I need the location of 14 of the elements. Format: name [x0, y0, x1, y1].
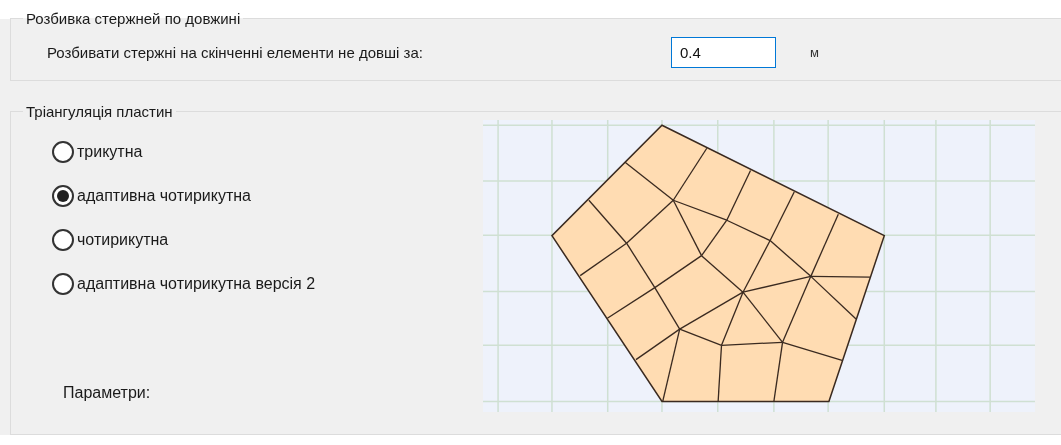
radio-option[interactable]: чотирикутна	[52, 218, 483, 262]
field-label: Розбивати стержні на скінченні елементи не довші за:	[47, 44, 424, 61]
length-input[interactable]: 0.4	[671, 37, 776, 68]
radio-option[interactable]: трикутна	[52, 130, 483, 174]
radio-option[interactable]: адаптивна чотирикутна версія 2	[52, 262, 483, 306]
radio-button[interactable]	[52, 185, 74, 207]
radio-button[interactable]	[52, 273, 74, 295]
group-title: Тріангуляція пластин	[25, 103, 174, 120]
radio-option[interactable]: адаптивна чотирикутна	[52, 174, 483, 218]
parameters-label: Параметри:	[63, 384, 152, 402]
radio-button[interactable]	[52, 141, 74, 163]
group-title: Розбивка стержней по довжині	[25, 10, 242, 27]
radio-button[interactable]	[52, 229, 74, 251]
unit-label: м	[810, 45, 819, 60]
